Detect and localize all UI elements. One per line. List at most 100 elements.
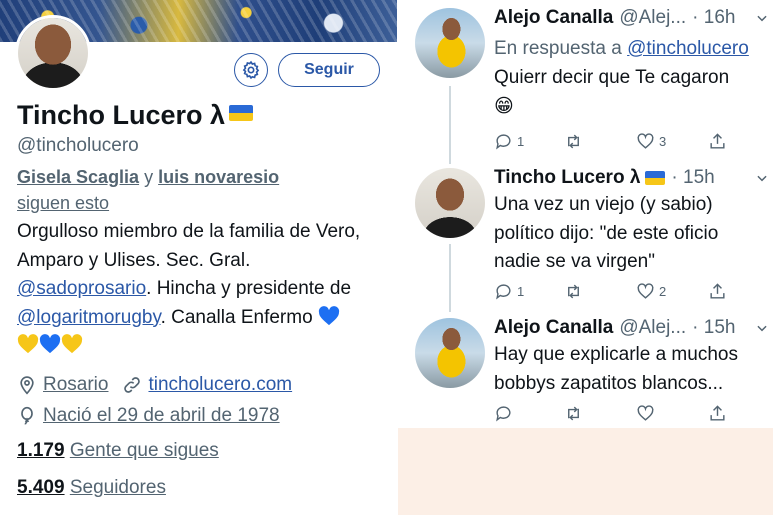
tweet-author-handle[interactable]: @Alej... [619,7,686,29]
followed-by-connector: y [144,167,154,187]
chevron-down-icon[interactable] [755,171,769,185]
bio-mention-sadoprosario[interactable]: @sadoprosario [17,278,146,299]
tweet-avatar[interactable] [415,318,485,388]
chevron-down-icon[interactable] [755,321,769,335]
tweet-header: Tincho Lucero λ · 15h [494,167,764,189]
gear-icon [242,60,260,80]
location-pin-icon [17,375,37,395]
tweet-time[interactable]: · 16h [692,7,735,29]
heart-icon [637,283,654,299]
tweet-time[interactable]: · 15h [671,167,714,189]
following-stat[interactable]: 1.179 Gente que sigues [17,440,219,462]
reply-to-mention[interactable]: @tincholucero [627,38,749,59]
share-icon [710,405,725,421]
retweet-button[interactable] [564,132,583,151]
profile-birthdate[interactable]: Nació el 29 de abril de 1978 [43,405,280,427]
tweet-actions: 1 3 [494,132,764,154]
empty-area [398,428,773,515]
profile-avatar[interactable] [15,15,91,91]
tweet-text-body: Quierr decir que Te cagaron [494,67,730,88]
tweet[interactable]: Alejo Canalla @Alej... · 16h En respuest… [398,0,773,160]
like-button[interactable]: 3 [636,132,666,151]
balloon-icon [17,406,37,426]
retweet-button[interactable] [564,404,583,423]
profile-handle: @tincholucero [17,135,139,156]
ukraine-flag-icon [229,105,254,121]
followers-label[interactable]: Seguidores [70,477,166,498]
share-icon [710,133,725,149]
retweet-button[interactable] [564,282,583,301]
reply-button[interactable]: 1 [494,282,524,301]
blue-heart-icon [318,305,340,325]
bio-text-1: Orgulloso miembro de la familia de Vero,… [17,221,361,271]
profile-name: Tincho Lucero λ [17,100,254,131]
like-button[interactable] [636,404,659,423]
yellow-heart-icon [17,334,39,354]
profile-panel: Seguir Tincho Lucero λ @tincholucero Gis… [0,0,397,515]
heart-icon [637,133,654,149]
grinning-emoji: 😁 [494,95,514,117]
followed-by-user-2[interactable]: luis novaresio [158,167,279,187]
bio-mention-logaritmorugby[interactable]: @logaritmorugby [17,307,161,328]
retweet-icon [568,406,579,421]
tweet-text: Una vez un viejo (y sabio) político dijo… [494,194,719,272]
following-count[interactable]: 1.179 [17,440,65,461]
tweet-author-name[interactable]: Tincho Lucero λ [494,167,640,189]
tweet-time[interactable]: · 15h [692,317,735,339]
profile-meta-row: Rosario tincholucero.com [17,374,292,396]
tweet-thread-panel: Alejo Canalla @Alej... · 16h En respuest… [398,0,773,515]
tweet-text: Hay que explicarle a muchos bobbys zapat… [494,344,738,394]
heart-icon [637,405,654,421]
reply-icon [496,134,511,150]
followed-by-suffix[interactable]: siguen esto [17,193,109,213]
settings-button[interactable] [234,53,268,87]
like-count: 2 [659,284,667,299]
tweet-actions [494,404,764,426]
profile-bio: Orgulloso miembro de la familia de Vero,… [17,218,389,361]
ukraine-flag-icon [645,171,666,185]
followed-by[interactable]: Gisela Scaglia y luis novaresio siguen e… [17,164,279,216]
blue-heart-icon [39,334,61,354]
tweet-avatar[interactable] [415,8,485,78]
chevron-down-icon[interactable] [755,11,769,25]
tweet[interactable]: Alejo Canalla @Alej... · 15h Hay que exp… [398,310,773,428]
profile-website-link[interactable]: tincholucero.com [148,374,292,396]
tweet-actions: 1 2 [494,282,764,304]
reply-icon [496,284,511,300]
bio-text-2: . Hincha y presidente de [146,278,352,299]
following-label[interactable]: Gente que sigues [70,440,219,461]
profile-birth-row: Nació el 29 de abril de 1978 [17,405,280,427]
share-button[interactable] [708,404,727,423]
tweet-author-name[interactable]: Alejo Canalla [494,317,613,339]
reply-count: 1 [517,134,525,149]
reply-context: En respuesta a @tincholucero [494,38,749,60]
share-button[interactable] [708,132,727,151]
reply-prefix: En respuesta a [494,38,622,59]
followed-by-user-1[interactable]: Gisela Scaglia [17,167,139,187]
reply-count: 1 [517,284,525,299]
followers-count[interactable]: 5.409 [17,477,65,498]
tweet[interactable]: Tincho Lucero λ · 15h Una vez un viejo (… [398,160,773,310]
tweet-header: Alejo Canalla @Alej... · 16h [494,7,764,29]
follow-button[interactable]: Seguir [278,53,380,87]
like-button[interactable]: 2 [636,282,666,301]
tweet-author-handle[interactable]: @Alej... [619,317,686,339]
bio-text-3: . Canalla Enfermo [160,306,318,328]
share-icon [710,283,725,299]
tweet-author-name[interactable]: Alejo Canalla [494,7,613,29]
tweet-header: Alejo Canalla @Alej... · 15h [494,317,764,339]
reply-icon [496,406,511,422]
retweet-icon [568,284,579,299]
yellow-heart-icon [61,334,83,354]
like-count: 3 [659,134,667,149]
link-icon [122,375,142,395]
reply-button[interactable] [494,404,517,423]
share-button[interactable] [708,282,727,301]
retweet-icon [568,134,579,149]
reply-button[interactable]: 1 [494,132,524,151]
profile-name-text: Tincho Lucero λ [17,100,226,130]
tweet-text: Quierr decir que Te cagaron 😁 [494,64,766,121]
followers-stat[interactable]: 5.409 Seguidores [17,477,166,499]
tweet-avatar[interactable] [415,168,485,238]
profile-location[interactable]: Rosario [43,374,108,396]
